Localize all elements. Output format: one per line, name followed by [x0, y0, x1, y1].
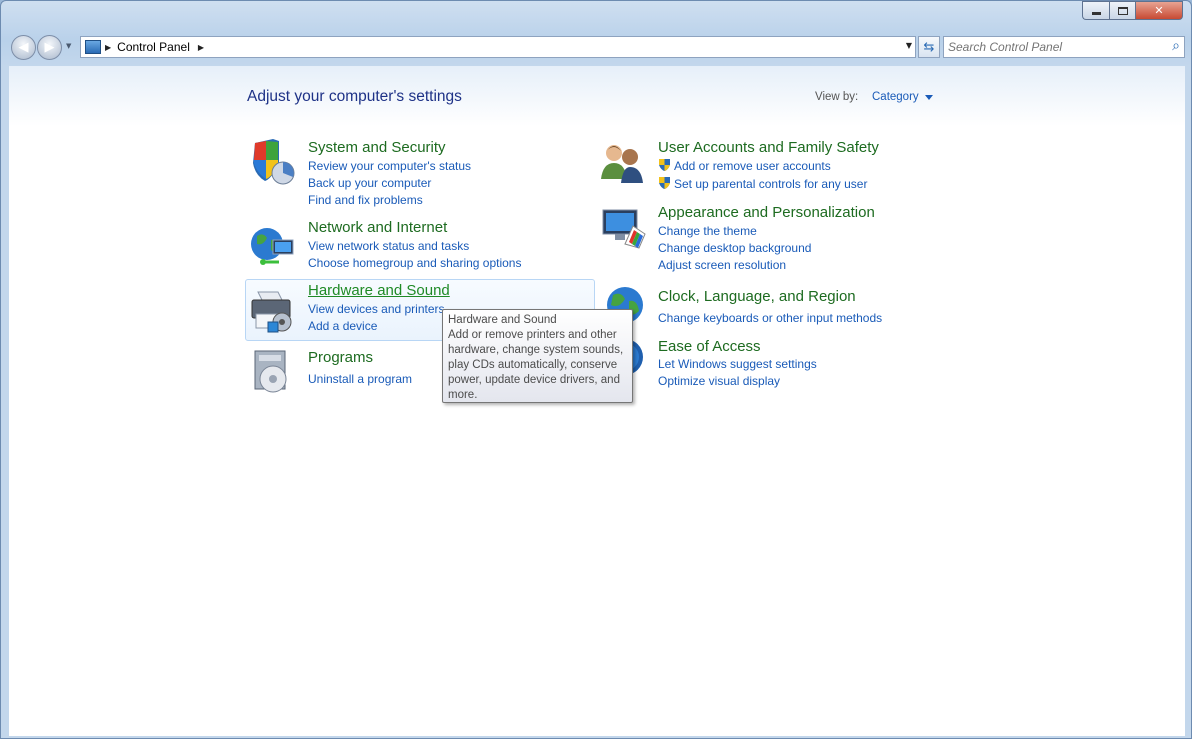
category-clock-language: Clock, Language, and Region Change keybo… — [597, 283, 937, 331]
close-icon: ✕ — [1154, 4, 1164, 17]
caption-buttons: ✕ — [1082, 1, 1183, 20]
refresh-icon: ⇆ — [923, 39, 935, 55]
category-appearance: Appearance and Personalization Change th… — [597, 199, 937, 272]
maximize-button[interactable] — [1109, 1, 1136, 20]
category-title[interactable]: Appearance and Personalization — [658, 204, 875, 221]
category-link[interactable]: Add a device — [308, 319, 377, 333]
monitor-palette-icon — [602, 209, 646, 249]
page-title: Adjust your computer's settings — [247, 88, 462, 105]
breadcrumb-chevron-icon[interactable]: ▶ — [105, 43, 111, 52]
category-link[interactable]: Uninstall a program — [308, 372, 412, 386]
breadcrumb-chevron-icon[interactable]: ▶ — [198, 43, 204, 52]
hardware-sound-tooltip: Hardware and Sound Add or remove printer… — [442, 309, 633, 403]
maximize-icon — [1117, 6, 1128, 15]
category-link[interactable]: Find and fix problems — [308, 193, 423, 207]
search-box[interactable]: ⌕ — [943, 36, 1185, 58]
tooltip-line: more. — [448, 389, 478, 401]
control-panel-icon — [85, 40, 101, 54]
programs-disc-icon — [254, 350, 287, 393]
control-panel-window: ✕ ◀ ▶ ▼ ▶ Control Panel ▶ ▼ ⇆ ⌕ Adjust y… — [0, 0, 1192, 739]
breadcrumb-control-panel[interactable]: Control Panel — [117, 40, 190, 54]
category-link[interactable]: Add or remove user accounts — [674, 159, 831, 173]
main-content: Adjust your computer's settings View by:… — [9, 66, 1185, 736]
address-bar[interactable]: ▶ Control Panel ▶ ▼ — [80, 36, 916, 58]
refresh-button[interactable]: ⇆ — [918, 36, 940, 58]
printer-icon — [251, 291, 292, 333]
close-button[interactable]: ✕ — [1136, 1, 1183, 20]
tooltip-title: Hardware and Sound — [448, 314, 557, 326]
tooltip-line: power, update device drivers, and — [448, 374, 620, 386]
category-link[interactable]: Review your computer's status — [308, 159, 471, 173]
navigation-bar: ◀ ▶ ▼ ▶ Control Panel ▶ ▼ ⇆ ⌕ — [9, 34, 1185, 60]
address-dropdown-icon[interactable]: ▼ — [906, 41, 912, 50]
uac-shield-icon — [659, 159, 670, 171]
category-title[interactable]: Clock, Language, and Region — [658, 288, 856, 305]
view-by-arrow-icon[interactable] — [925, 95, 933, 100]
category-title[interactable]: Programs — [308, 349, 373, 366]
category-link[interactable]: Change the theme — [658, 224, 757, 238]
category-link[interactable]: Back up your computer — [308, 176, 431, 190]
category-link[interactable]: View devices and printers — [308, 302, 445, 316]
category-network-internet: Network and Internet View network status… — [247, 214, 587, 274]
uac-shield-icon — [659, 177, 670, 189]
view-by-label: View by: — [815, 91, 859, 103]
tooltip-line: Add or remove printers and other — [448, 329, 617, 341]
search-input[interactable] — [948, 40, 1158, 54]
minimize-button[interactable] — [1082, 1, 1109, 20]
category-title[interactable]: Ease of Access — [658, 338, 761, 355]
recent-pages-dropdown[interactable]: ▼ — [66, 42, 71, 50]
category-title[interactable]: Hardware and Sound — [308, 282, 450, 299]
search-icon[interactable]: ⌕ — [1172, 38, 1180, 54]
category-title[interactable]: System and Security — [308, 139, 446, 156]
back-arrow-icon: ◀ — [18, 40, 29, 55]
category-system-security: System and Security Review your computer… — [247, 134, 587, 207]
category-link[interactable]: Set up parental controls for any user — [674, 177, 867, 191]
category-title[interactable]: User Accounts and Family Safety — [658, 139, 879, 156]
minimize-icon — [1091, 12, 1101, 15]
category-link[interactable]: Adjust screen resolution — [658, 258, 786, 272]
forward-button[interactable]: ▶ — [37, 35, 62, 60]
category-link[interactable]: Change desktop background — [658, 241, 811, 255]
users-icon — [601, 145, 643, 183]
category-link[interactable]: Change keyboards or other input methods — [658, 311, 882, 325]
category-title[interactable]: Network and Internet — [308, 219, 447, 236]
category-ease-of-access: Ease of Access Let Windows suggest setti… — [597, 333, 937, 389]
category-link[interactable]: View network status and tasks — [308, 239, 469, 253]
category-link[interactable]: Choose homegroup and sharing options — [308, 256, 521, 270]
tooltip-line: hardware, change system sounds, — [448, 344, 624, 356]
view-by-dropdown[interactable]: Category — [872, 91, 919, 103]
tooltip-line: play CDs automatically, conserve — [448, 359, 618, 371]
network-globe-icon — [251, 228, 294, 265]
category-link[interactable]: Optimize visual display — [658, 374, 780, 388]
category-link[interactable]: Let Windows suggest settings — [658, 357, 817, 371]
shield-chart-icon — [253, 139, 295, 185]
category-user-accounts: User Accounts and Family Safety Add or r… — [597, 134, 937, 191]
back-button[interactable]: ◀ — [11, 35, 36, 60]
forward-arrow-icon: ▶ — [44, 40, 55, 55]
